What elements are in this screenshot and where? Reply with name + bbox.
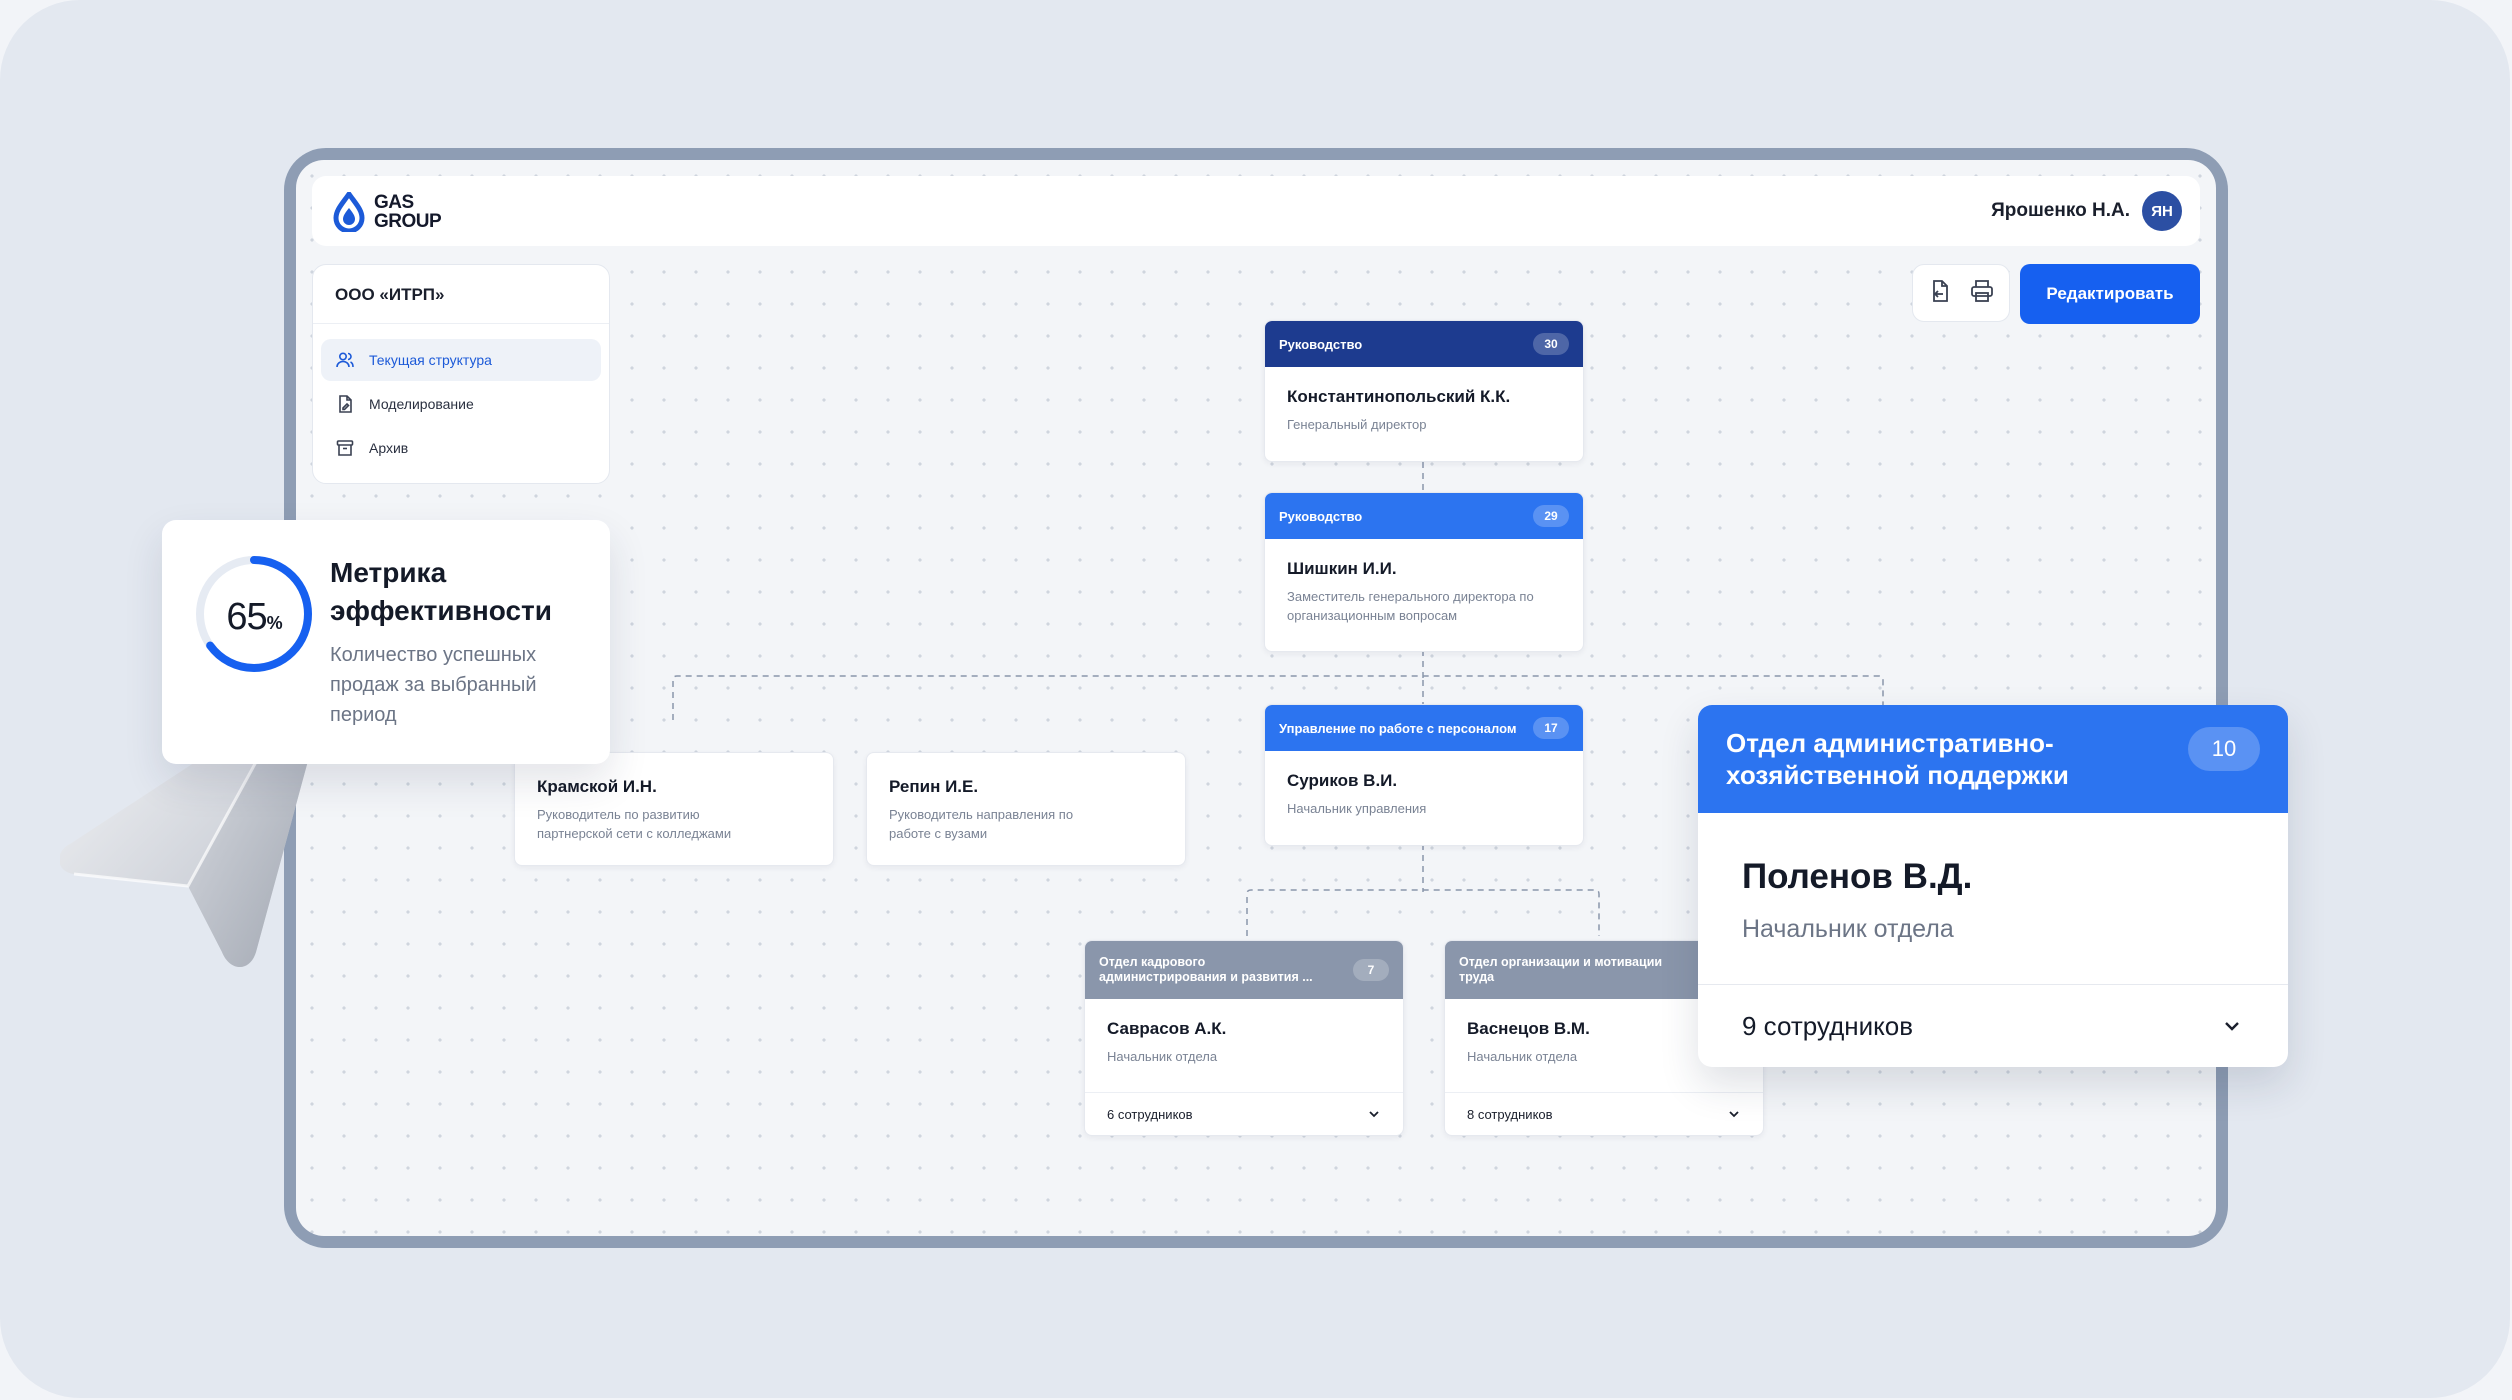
employee-name: Поленов В.Д. <box>1742 857 1973 896</box>
chevron-down-icon <box>1729 1111 1739 1118</box>
card-department: Отдел кадрового администрирования и разв… <box>1099 955 1313 984</box>
org-card-deputy[interactable]: Руководство 29 Шишкин И.И. Заместитель г… <box>1264 492 1584 652</box>
employee-role: Начальник отдела <box>1742 915 1954 943</box>
headcount-badge: 29 <box>1533 505 1569 527</box>
employee-name: Суриков В.И. <box>1287 771 1398 790</box>
metric-value: 65% <box>202 596 306 639</box>
staff-count: 6 сотрудников <box>1107 1106 1193 1122</box>
card-header: Отдел кадрового администрирования и разв… <box>1085 941 1403 999</box>
chevron-down-icon <box>2225 1022 2239 1031</box>
employee-role: Начальник управления <box>1287 801 1427 816</box>
org-card-savrasov[interactable]: Отдел кадрового администрирования и разв… <box>1084 940 1404 1136</box>
chevron-down-icon <box>1369 1111 1379 1118</box>
employee-role: Руководитель направления по работе с вуз… <box>889 807 1074 841</box>
card-department: Отдел административно-хозяйственной подд… <box>1726 728 2069 790</box>
card-header: Отдел административно-хозяйственной подд… <box>1698 705 2288 813</box>
employee-role: Генеральный директор <box>1287 417 1427 432</box>
employee-name: Шишкин И.И. <box>1287 559 1397 578</box>
staff-count: 8 сотрудников <box>1467 1106 1553 1122</box>
staff-expander[interactable]: 8 сотрудников <box>1445 1092 1763 1135</box>
org-card-repin[interactable]: Репин И.Е. Руководитель направления по р… <box>866 752 1186 866</box>
headcount-badge: 7 <box>1353 959 1389 981</box>
card-department: Отдел организации и мотивации труда <box>1459 955 1663 984</box>
employee-role: Руководитель по развитию партнерской сет… <box>537 807 732 841</box>
card-department: Руководство <box>1279 508 1363 524</box>
metric-description: Количество успешных продаж за выбранный … <box>330 644 537 726</box>
employee-name: Крамской И.Н. <box>537 777 657 796</box>
metric-number: 65 <box>226 596 267 638</box>
headcount-badge: 10 <box>2188 727 2260 771</box>
metric-title: Метрика эффективности <box>330 557 552 626</box>
card-department: Руководство <box>1279 336 1363 352</box>
headcount-badge: 17 <box>1533 717 1569 739</box>
org-card-surikov[interactable]: Управление по работе с персоналом 17 Сур… <box>1264 704 1584 846</box>
metric-unit: % <box>266 613 283 633</box>
efficiency-metric-card[interactable]: 65% Метрика эффективности Количество усп… <box>162 520 610 764</box>
employee-name: Репин И.Е. <box>889 777 979 796</box>
org-card-polenov-expanded[interactable]: Отдел административно-хозяйственной подд… <box>1698 705 2288 1067</box>
staff-expander[interactable]: 9 сотрудников <box>1698 984 2288 1067</box>
employee-name: Константинопольский К.К. <box>1287 387 1511 406</box>
card-department: Управление по работе с персоналом <box>1279 720 1517 736</box>
org-card-kramskoy[interactable]: Крамской И.Н. Руководитель по развитию п… <box>514 752 834 866</box>
employee-role: Заместитель генерального директора по ор… <box>1287 589 1534 623</box>
employee-name: Саврасов А.К. <box>1107 1019 1227 1038</box>
staff-count: 9 сотрудников <box>1742 1010 1914 1041</box>
employee-role: Начальник отдела <box>1107 1049 1218 1064</box>
staff-expander[interactable]: 6 сотрудников <box>1085 1092 1403 1135</box>
org-card-ceo[interactable]: Руководство 30 Константинопольский К.К. … <box>1264 320 1584 462</box>
headcount-badge: 30 <box>1533 333 1569 355</box>
card-header: Управление по работе с персоналом 17 <box>1265 705 1583 751</box>
card-header: Руководство 29 <box>1265 493 1583 539</box>
card-header: Руководство 30 <box>1265 321 1583 367</box>
